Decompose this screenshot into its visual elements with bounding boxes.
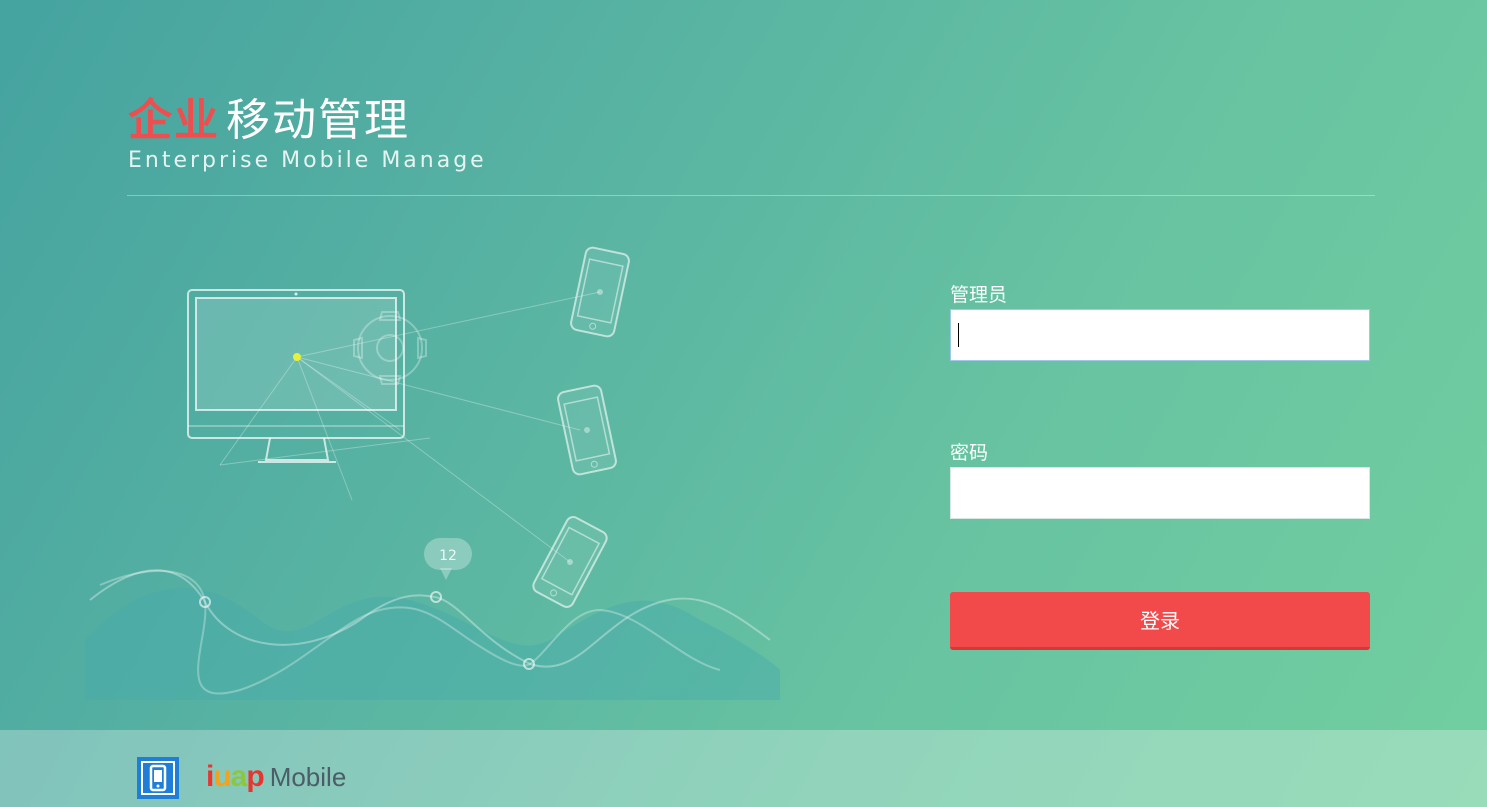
title-rest: 移动管理: [226, 95, 410, 146]
password-field-group: 密码: [950, 438, 1370, 519]
phone-icon-3: [532, 516, 608, 608]
username-label: 管理员: [950, 284, 1008, 306]
phone-icon-1: [570, 246, 630, 338]
username-input[interactable]: [950, 309, 1370, 361]
password-label: 密码: [950, 442, 989, 464]
bubble-count: 12: [439, 548, 457, 564]
count-bubble: 12: [424, 538, 472, 580]
page-subtitle: Enterprise Mobile Manage: [128, 148, 487, 173]
username-field-group: 管理员: [950, 280, 1370, 361]
phone-icon-2: [557, 384, 617, 476]
password-input[interactable]: [950, 467, 1370, 519]
page-title: 企业 移动管理: [128, 84, 410, 148]
monitor-icon: [187, 289, 405, 463]
brand-logo: iuap Mobile: [206, 760, 346, 794]
brand-suffix: Mobile: [269, 762, 347, 792]
wave-fill: [85, 587, 780, 700]
mobile-device-icon: [137, 757, 179, 799]
footer: iuap Mobile: [0, 730, 1487, 807]
device-network-illustration: 12: [85, 246, 780, 700]
brand-name: iuap: [206, 760, 265, 793]
header-divider: [127, 195, 1375, 196]
text-caret: [958, 323, 959, 347]
title-accent: 企业: [128, 95, 220, 146]
login-button[interactable]: 登录: [950, 592, 1370, 650]
